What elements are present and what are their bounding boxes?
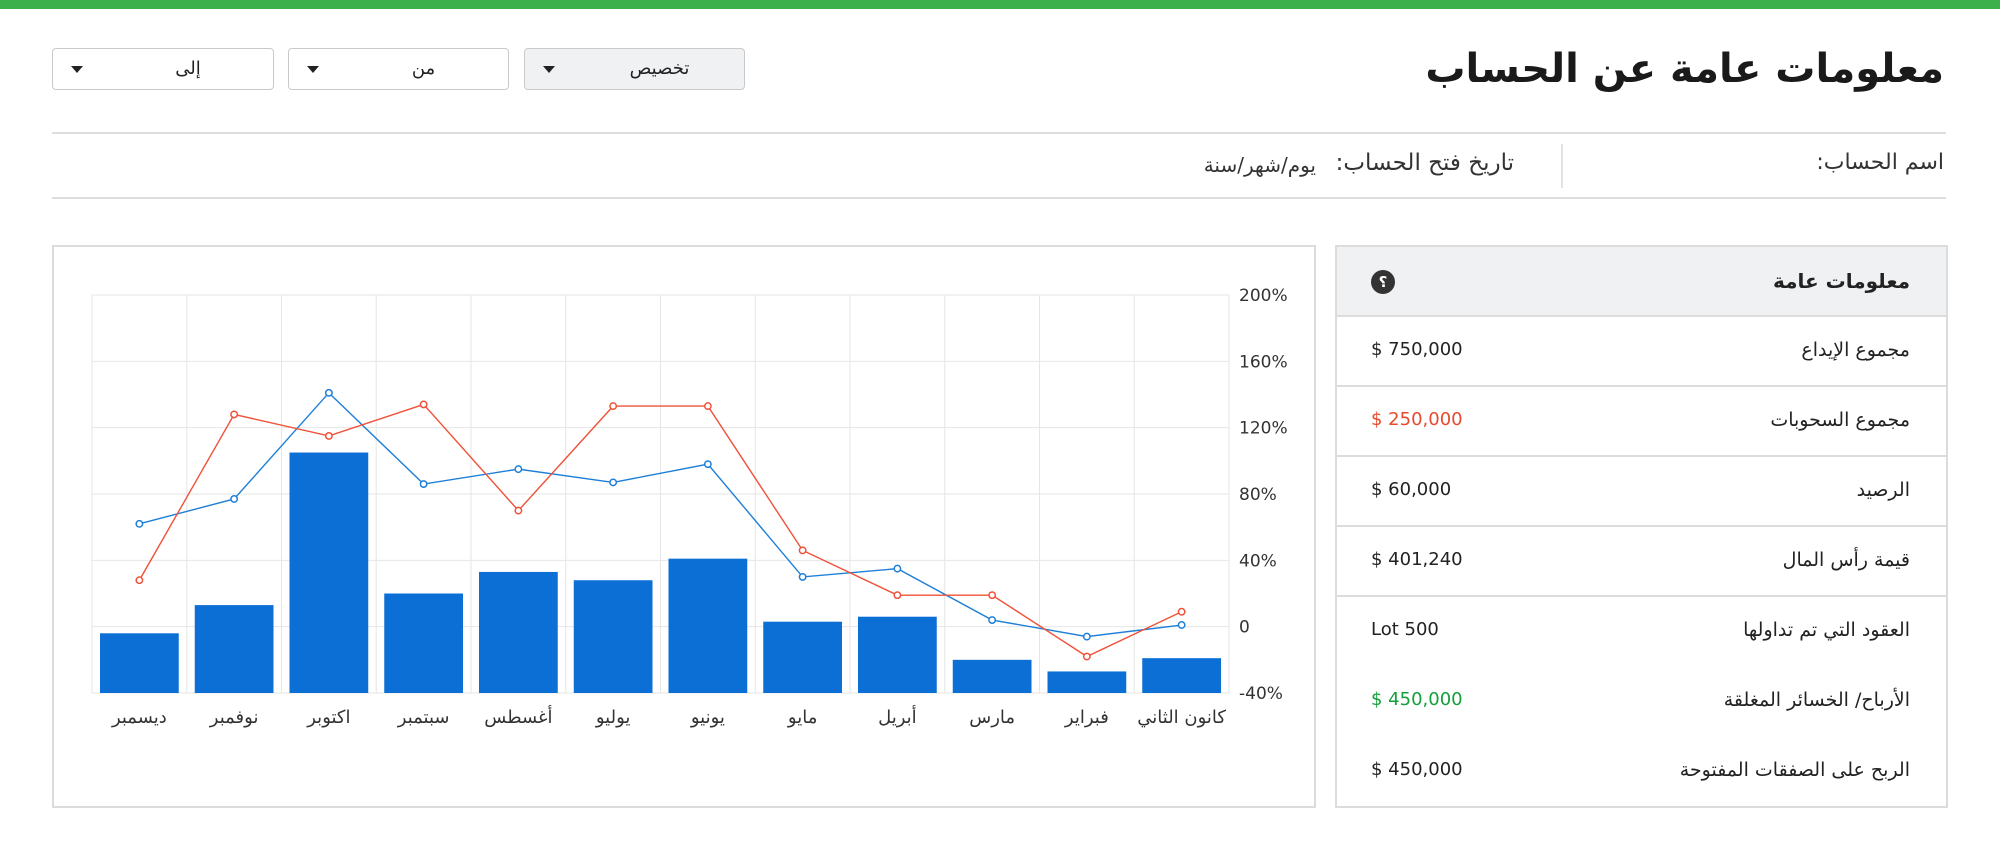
chart-bar [1047, 671, 1127, 693]
general-info-header: معلومات عامة ؟ [1337, 247, 1946, 317]
table-row: مجموع السحوبات $ 250,000 [1337, 385, 1946, 457]
row-label: الأرباح/ الخسائر المغلقة [1723, 689, 1910, 711]
chart-bar [479, 571, 558, 693]
row-label: الربح على الصفقات المفتوحة [1679, 759, 1910, 781]
custom-range-dropdown[interactable]: تخصيص [524, 48, 745, 90]
caret-down-icon [307, 66, 319, 73]
series-point [230, 410, 239, 419]
chart-bar [763, 621, 842, 693]
account-name-label: اسم الحساب: [1816, 150, 1944, 175]
series-point [893, 591, 902, 600]
chart-bar [573, 580, 653, 693]
series-point [1082, 652, 1091, 661]
to-date-label: إلى [175, 58, 201, 79]
table-row: الأرباح/ الخسائر المغلقة $ 450,000 [1337, 665, 1946, 735]
x-tick-label: يوليو [595, 707, 631, 728]
series-point [135, 576, 144, 585]
x-tick-label: ديسمبر [111, 707, 167, 728]
chart-bar [100, 633, 179, 693]
table-row: الرصيد $ 60,000 [1337, 455, 1946, 527]
series-point [514, 465, 523, 474]
chart-bar [952, 659, 1032, 693]
x-tick-label: أبريل [878, 705, 917, 728]
caret-down-icon [71, 66, 83, 73]
series-point [988, 616, 997, 624]
page-title: معلومات عامة عن الحساب [1425, 46, 1944, 92]
y-tick-label: 200% [1239, 286, 1288, 306]
table-row: قيمة رأس المال $ 401,240 [1337, 525, 1946, 597]
chart-bar [1142, 658, 1221, 693]
y-tick-label: 80% [1239, 485, 1277, 505]
general-info-title: معلومات عامة [1772, 269, 1910, 293]
series-point [135, 519, 144, 528]
row-value: $ 250,000 [1371, 409, 1463, 430]
row-value: $ 401,240 [1371, 549, 1463, 570]
question-circle-icon[interactable]: ؟ [1371, 270, 1395, 294]
custom-range-label: تخصيص [629, 58, 690, 79]
row-label: العقود التي تم تداولها [1743, 619, 1910, 641]
row-value: $ 60,000 [1371, 479, 1452, 500]
from-date-label: من [411, 58, 436, 79]
row-label: قيمة رأس المال [1782, 549, 1910, 571]
series-point [514, 506, 523, 515]
account-open-date-label: تاريخ فتح الحساب: [1335, 150, 1514, 176]
series-point [1082, 632, 1091, 641]
series-point [798, 546, 807, 555]
y-tick-label: 160% [1239, 352, 1288, 372]
table-row: مجموع الإيداع $ 750,000 [1337, 315, 1946, 387]
row-label: الرصيد [1856, 479, 1910, 501]
series-point [419, 480, 428, 489]
row-value: Lot 500 [1371, 619, 1439, 640]
series-point [1177, 621, 1186, 629]
chart-bar [384, 593, 463, 693]
general-info-table: معلومات عامة ؟ مجموع الإيداع $ 750,000 م… [1335, 245, 1948, 808]
table-row: الربح على الصفقات المفتوحة $ 450,000 [1337, 735, 1946, 805]
x-tick-label: أغسطس [484, 705, 552, 728]
series-point [1177, 607, 1186, 616]
chart-bar [289, 452, 369, 693]
series-point [324, 388, 333, 397]
from-date-dropdown[interactable]: من [288, 48, 509, 90]
row-label: مجموع السحوبات [1770, 409, 1910, 431]
top-accent-bar [0, 0, 2000, 9]
series-point [230, 495, 239, 503]
y-tick-label: 0 [1239, 618, 1250, 638]
chart-bar [668, 558, 748, 693]
chart-bar [858, 616, 937, 693]
row-label: مجموع الإيداع [1801, 339, 1910, 361]
series-point [703, 402, 712, 411]
table-row: العقود التي تم تداولها Lot 500 [1337, 595, 1946, 665]
series-point [893, 564, 902, 573]
series-point [703, 460, 712, 469]
row-value: $ 450,000 [1371, 689, 1463, 710]
performance-chart-panel: 200% 160% 120% 80% 40% 0 -40% ديسمبر نوفمبر اكتوب… [52, 245, 1316, 808]
account-info-separator [1561, 144, 1563, 188]
account-divider [52, 197, 1946, 199]
x-tick-label: مايو [787, 707, 817, 728]
y-tick-label: 40% [1239, 551, 1277, 571]
performance-chart: 200% 160% 120% 80% 40% 0 -40% ديسمبر نوفمبر اكتوب… [91, 286, 1288, 728]
caret-down-icon [543, 66, 555, 73]
x-tick-label: مارس [969, 707, 1015, 728]
series-point [798, 572, 807, 581]
series-point [609, 402, 618, 411]
x-tick-label: كانون الثاني [1137, 707, 1226, 728]
x-tick-label: نوفمبر [209, 707, 259, 728]
row-value: $ 450,000 [1371, 759, 1463, 780]
to-date-dropdown[interactable]: إلى [52, 48, 274, 90]
y-tick-label: 120% [1239, 419, 1288, 439]
x-tick-label: سبتمبر [397, 707, 450, 728]
x-tick-label: فبراير [1064, 707, 1109, 728]
series-point [609, 478, 618, 487]
y-tick-label: -40% [1239, 684, 1283, 704]
series-point [988, 591, 997, 600]
row-value: $ 750,000 [1371, 339, 1463, 360]
x-tick-label: اكتوبر [306, 707, 350, 728]
chart-bar [194, 605, 274, 693]
header-divider [52, 132, 1946, 134]
account-open-date-value: يوم/شهر/سنة [1203, 153, 1316, 177]
series-point [324, 432, 333, 440]
series-point [419, 400, 428, 409]
x-tick-label: يونيو [690, 707, 725, 728]
